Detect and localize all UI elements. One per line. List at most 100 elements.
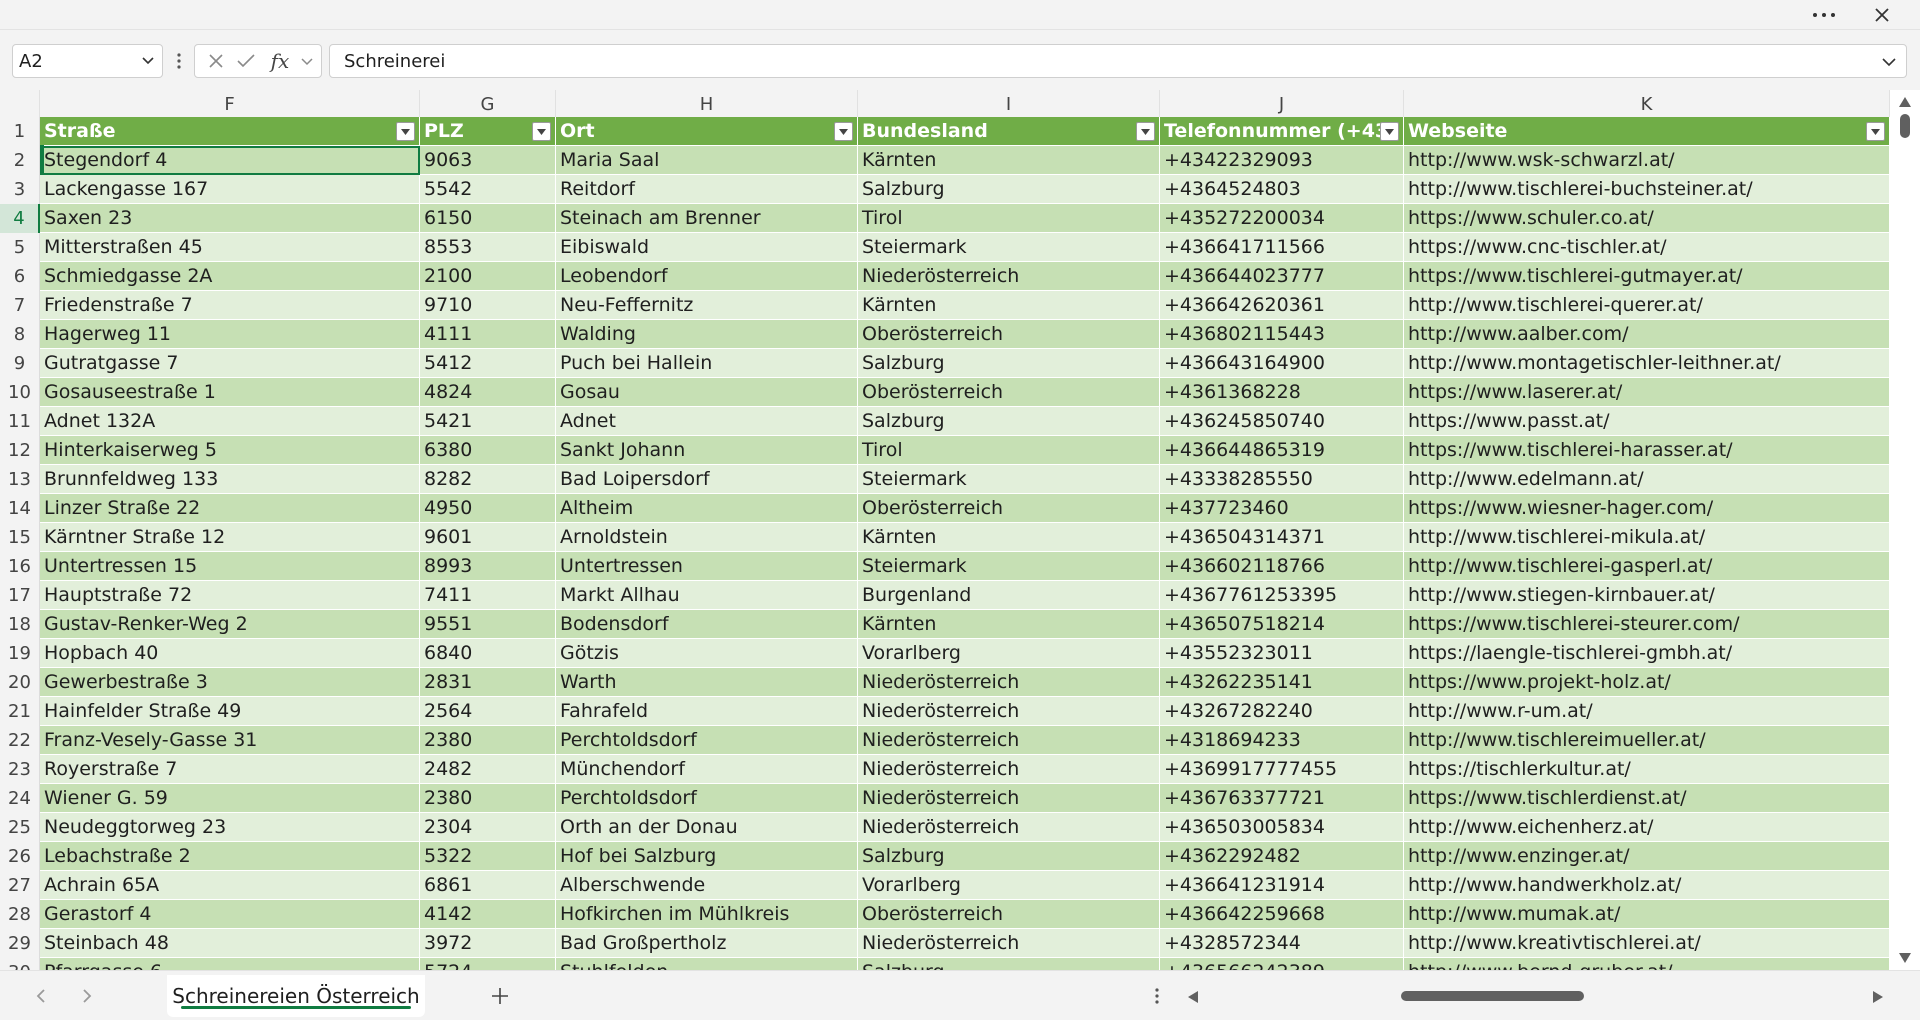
formula-bar-options-icon[interactable] (172, 46, 186, 76)
row-header[interactable]: 4 (0, 204, 40, 233)
table-cell[interactable]: 8993 (420, 552, 556, 581)
row-header[interactable]: 15 (0, 523, 40, 552)
row-header[interactable]: 25 (0, 813, 40, 842)
next-sheet-button[interactable] (72, 981, 102, 1011)
table-cell[interactable]: 9710 (420, 291, 556, 320)
table-cell[interactable]: Saxen 23 (40, 204, 420, 233)
table-cell[interactable]: Kärnten (858, 146, 1160, 175)
table-cell[interactable]: Niederösterreich (858, 668, 1160, 697)
table-cell[interactable]: Salzburg (858, 407, 1160, 436)
table-cell[interactable]: +4367761253395 (1160, 581, 1404, 610)
table-cell[interactable]: +43422329093 (1160, 146, 1404, 175)
table-cell[interactable]: 5322 (420, 842, 556, 871)
table-cell[interactable]: 4824 (420, 378, 556, 407)
row-header[interactable]: 2 (0, 146, 40, 175)
row-header[interactable]: 19 (0, 639, 40, 668)
table-cell[interactable]: Niederösterreich (858, 929, 1160, 958)
enter-button[interactable] (233, 45, 259, 77)
table-cell[interactable]: http://www.aalber.com/ (1404, 320, 1890, 349)
horizontal-scrollbar[interactable] (1180, 981, 1890, 1011)
table-cell[interactable]: Steinbach 48 (40, 929, 420, 958)
filter-dropdown-button[interactable] (1866, 122, 1885, 141)
table-cell[interactable]: +4361368228 (1160, 378, 1404, 407)
table-cell[interactable]: http://www.stiegen-kirnbauer.at/ (1404, 581, 1890, 610)
table-cell[interactable]: Brunnfeldweg 133 (40, 465, 420, 494)
table-cell[interactable]: http://www.montagetischler-leithner.at/ (1404, 349, 1890, 378)
table-cell[interactable]: Schmiedgasse 2A (40, 262, 420, 291)
table-cell[interactable]: Markt Allhau (556, 581, 858, 610)
table-cell[interactable]: Vorarlberg (858, 871, 1160, 900)
table-cell[interactable]: https://www.wiesner-hager.com/ (1404, 494, 1890, 523)
row-header[interactable]: 5 (0, 233, 40, 262)
row-header[interactable]: 3 (0, 175, 40, 204)
table-cell[interactable]: Gustav-Renker-Weg 2 (40, 610, 420, 639)
table-cell[interactable]: Adnet (556, 407, 858, 436)
table-cell[interactable]: +436642259668 (1160, 900, 1404, 929)
table-cell[interactable]: 8553 (420, 233, 556, 262)
table-cell[interactable]: Orth an der Donau (556, 813, 858, 842)
table-cell[interactable]: http://www.enzinger.at/ (1404, 842, 1890, 871)
table-cell[interactable]: 4111 (420, 320, 556, 349)
table-cell[interactable]: +436504314371 (1160, 523, 1404, 552)
table-cell[interactable]: Walding (556, 320, 858, 349)
table-cell[interactable]: Reitdorf (556, 175, 858, 204)
fx-dropdown[interactable] (297, 45, 317, 77)
table-cell[interactable]: Kärnten (858, 610, 1160, 639)
table-cell[interactable]: +436644865319 (1160, 436, 1404, 465)
select-all-corner[interactable] (0, 90, 40, 117)
table-cell[interactable]: Stegendorf 4 (40, 146, 420, 175)
row-header[interactable]: 24 (0, 784, 40, 813)
table-cell[interactable]: Salzburg (858, 349, 1160, 378)
table-cell[interactable]: +43262235141 (1160, 668, 1404, 697)
close-button[interactable] (1862, 0, 1902, 30)
table-cell[interactable]: 5542 (420, 175, 556, 204)
table-cell[interactable]: http://www.tischlerei-buchsteiner.at/ (1404, 175, 1890, 204)
table-cell[interactable]: Warth (556, 668, 858, 697)
sheet-options-icon[interactable] (1149, 981, 1165, 1011)
table-cell[interactable]: Tirol (858, 436, 1160, 465)
sheet-tab[interactable]: Schreinereien Österreich (167, 975, 425, 1017)
column-header-h[interactable]: H (556, 90, 858, 117)
table-cell[interactable]: Steiermark (858, 233, 1160, 262)
table-cell[interactable]: Kärnten (858, 291, 1160, 320)
row-header[interactable]: 22 (0, 726, 40, 755)
table-cell[interactable]: Lackengasse 167 (40, 175, 420, 204)
table-cell[interactable]: Gewerbestraße 3 (40, 668, 420, 697)
table-cell[interactable]: 6150 (420, 204, 556, 233)
table-header-cell[interactable]: Bundesland (858, 117, 1160, 146)
table-cell[interactable]: http://www.handwerkholz.at/ (1404, 871, 1890, 900)
table-header-cell[interactable]: Telefonnummer (+43) (1160, 117, 1404, 146)
table-cell[interactable]: +436643164900 (1160, 349, 1404, 378)
scroll-right-icon[interactable] (1872, 990, 1884, 1004)
table-cell[interactable]: Oberösterreich (858, 320, 1160, 349)
table-cell[interactable]: Untertressen (556, 552, 858, 581)
row-header[interactable]: 27 (0, 871, 40, 900)
table-cell[interactable]: Bad Loipersdorf (556, 465, 858, 494)
table-cell[interactable]: +436763377721 (1160, 784, 1404, 813)
table-cell[interactable]: Untertressen 15 (40, 552, 420, 581)
table-cell[interactable]: +4369917777455 (1160, 755, 1404, 784)
table-cell[interactable]: +43338285550 (1160, 465, 1404, 494)
table-cell[interactable]: 6380 (420, 436, 556, 465)
table-cell[interactable]: https://www.cnc-tischler.at/ (1404, 233, 1890, 262)
table-cell[interactable]: 5724 (420, 958, 556, 970)
table-cell[interactable]: Altheim (556, 494, 858, 523)
table-cell[interactable]: Hopbach 40 (40, 639, 420, 668)
table-cell[interactable]: http://www.bernd-gruber.at/ (1404, 958, 1890, 970)
table-cell[interactable]: 9551 (420, 610, 556, 639)
table-cell[interactable]: https://www.laserer.at/ (1404, 378, 1890, 407)
table-cell[interactable]: https://tischlerkultur.at/ (1404, 755, 1890, 784)
table-header-cell[interactable]: Webseite (1404, 117, 1890, 146)
table-cell[interactable]: +436245850740 (1160, 407, 1404, 436)
row-header[interactable]: 1 (0, 117, 40, 146)
table-cell[interactable]: Gosau (556, 378, 858, 407)
table-cell[interactable]: Steiermark (858, 552, 1160, 581)
row-header[interactable]: 20 (0, 668, 40, 697)
table-cell[interactable]: Niederösterreich (858, 784, 1160, 813)
table-cell[interactable]: Lebachstraße 2 (40, 842, 420, 871)
table-cell[interactable]: Hofkirchen im Mühlkreis (556, 900, 858, 929)
table-cell[interactable]: https://www.tischlerei-harasser.at/ (1404, 436, 1890, 465)
table-cell[interactable]: Linzer Straße 22 (40, 494, 420, 523)
table-cell[interactable]: Niederösterreich (858, 755, 1160, 784)
row-header[interactable]: 21 (0, 697, 40, 726)
